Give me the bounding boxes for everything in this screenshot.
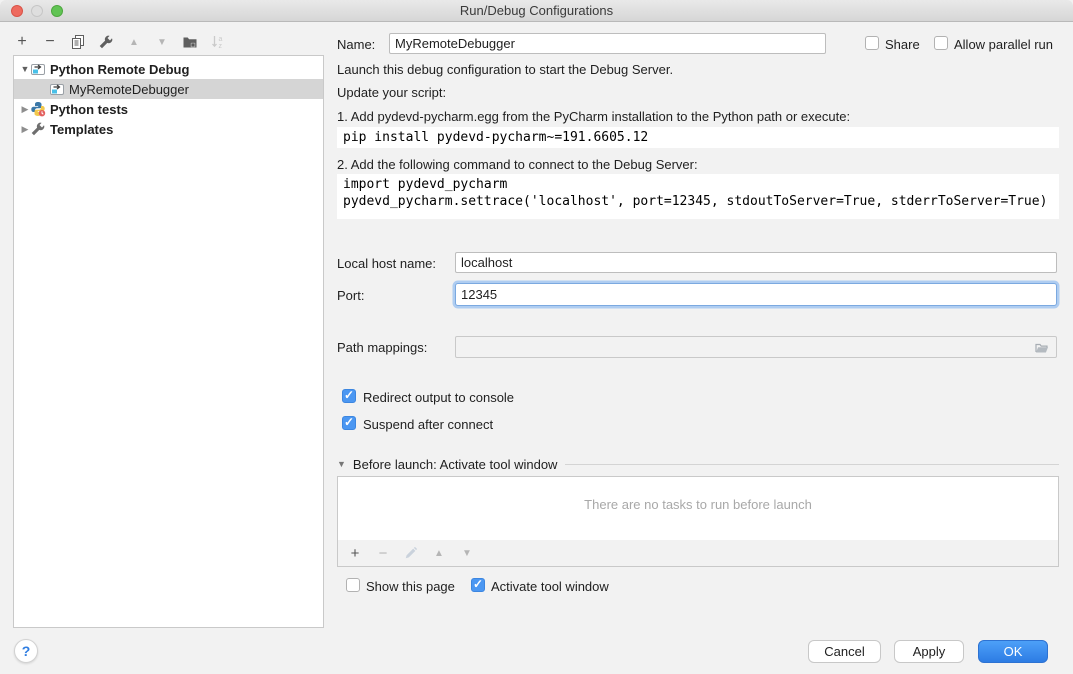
step1-text: 1. Add pydevd-pycharm.egg from the PyCha… <box>337 109 850 124</box>
apply-button[interactable]: Apply <box>894 640 964 663</box>
name-input[interactable] <box>389 33 826 54</box>
configurations-tree: ▼ Python Remote Debug MyRemoteDebugger ▶… <box>13 55 324 628</box>
before-launch-header[interactable]: ▼ Before launch: Activate tool window <box>337 456 1059 472</box>
sort-alpha-button: az <box>209 33 227 51</box>
show-this-page-checkbox[interactable] <box>346 578 360 592</box>
activate-tool-window-checkbox[interactable] <box>471 578 485 592</box>
suspend-after-connect-checkbox[interactable] <box>342 416 356 430</box>
help-button[interactable]: ? <box>14 639 38 663</box>
tree-item-python-remote-debug[interactable]: ▼ Python Remote Debug <box>14 59 323 79</box>
run-debug-configurations-dialog: Run/Debug Configurations + − ▲ ▼ az ▼ Py… <box>0 0 1073 674</box>
copy-configuration-button[interactable] <box>69 33 87 51</box>
activate-tool-window-label: Activate tool window <box>491 579 609 594</box>
path-mappings-field[interactable] <box>455 336 1057 358</box>
update-script-text: Update your script: <box>337 85 446 100</box>
wrench-icon <box>30 121 46 137</box>
cancel-button[interactable]: Cancel <box>808 640 881 663</box>
show-this-page-label: Show this page <box>366 579 455 594</box>
edit-task-button <box>402 544 420 562</box>
code-line-2: pydevd_pycharm.settrace('localhost', por… <box>343 194 1047 209</box>
no-tasks-text: There are no tasks to run before launch <box>338 497 1058 512</box>
new-folder-button[interactable] <box>181 33 199 51</box>
move-down-button: ▼ <box>153 33 171 51</box>
tree-item-label: Python Remote Debug <box>50 62 189 77</box>
redirect-output-label: Redirect output to console <box>363 390 514 405</box>
before-launch-toolbar: + − ▲ ▼ <box>337 540 1059 567</box>
local-host-name-label: Local host name: <box>337 256 436 271</box>
add-task-button[interactable]: + <box>346 544 364 562</box>
edit-templates-button[interactable] <box>97 33 115 51</box>
tree-item-myremotedebugger[interactable]: MyRemoteDebugger <box>14 79 323 99</box>
port-label: Port: <box>337 288 364 303</box>
share-label: Share <box>885 37 920 52</box>
remove-configuration-button[interactable]: − <box>41 33 59 51</box>
copy-icon <box>70 34 86 50</box>
path-mappings-label: Path mappings: <box>337 340 427 355</box>
chevron-expanded-icon[interactable]: ▼ <box>337 459 346 469</box>
before-launch-tasks-panel: There are no tasks to run before launch <box>337 476 1059 541</box>
share-checkbox[interactable] <box>865 36 879 50</box>
local-host-name-input[interactable] <box>455 252 1057 273</box>
configurations-toolbar: + − ▲ ▼ az <box>13 30 227 54</box>
folder-icon[interactable] <box>1034 340 1050 359</box>
step2-text: 2. Add the following command to connect … <box>337 157 698 172</box>
titlebar: Run/Debug Configurations <box>0 0 1073 22</box>
port-input[interactable] <box>455 283 1057 306</box>
svg-text:z: z <box>219 43 223 50</box>
tree-item-label: Templates <box>50 122 113 137</box>
tree-item-python-tests[interactable]: ▶ Python tests <box>14 99 323 119</box>
move-task-up-button: ▲ <box>430 544 448 562</box>
pip-command-field[interactable]: pip install pydevd-pycharm~=191.6605.12 <box>337 127 1059 148</box>
settrace-code-field[interactable]: import pydevd_pycharm pydevd_pycharm.set… <box>337 174 1059 219</box>
window-title: Run/Debug Configurations <box>0 3 1073 18</box>
remove-task-button: − <box>374 544 392 562</box>
name-label: Name: <box>337 37 375 52</box>
redirect-output-checkbox[interactable] <box>342 389 356 403</box>
add-configuration-button[interactable]: + <box>13 33 31 51</box>
intro-text: Launch this debug configuration to start… <box>337 62 673 77</box>
tree-item-label: Python tests <box>50 102 128 117</box>
run-config-icon <box>49 81 65 97</box>
wrench-icon <box>98 34 114 50</box>
chevron-collapsed-icon[interactable]: ▶ <box>20 124 30 135</box>
tree-item-label: MyRemoteDebugger <box>69 82 189 97</box>
before-launch-title: Before launch: Activate tool window <box>353 457 558 472</box>
separator-line <box>565 464 1059 465</box>
allow-parallel-run-checkbox[interactable] <box>934 36 948 50</box>
new-folder-icon <box>182 34 198 50</box>
chevron-expanded-icon[interactable]: ▼ <box>20 64 30 74</box>
suspend-after-connect-label: Suspend after connect <box>363 417 493 432</box>
pencil-icon <box>404 546 418 560</box>
run-config-icon <box>30 61 46 77</box>
svg-text:a: a <box>219 36 223 43</box>
sort-alpha-icon: az <box>210 34 226 50</box>
chevron-collapsed-icon[interactable]: ▶ <box>20 104 30 115</box>
move-up-button: ▲ <box>125 33 143 51</box>
ok-button[interactable]: OK <box>978 640 1048 663</box>
move-task-down-button: ▼ <box>458 544 476 562</box>
python-tests-icon <box>30 101 46 117</box>
code-line-1: import pydevd_pycharm <box>343 177 507 192</box>
allow-parallel-run-label: Allow parallel run <box>954 37 1053 52</box>
tree-item-templates[interactable]: ▶ Templates <box>14 119 323 139</box>
